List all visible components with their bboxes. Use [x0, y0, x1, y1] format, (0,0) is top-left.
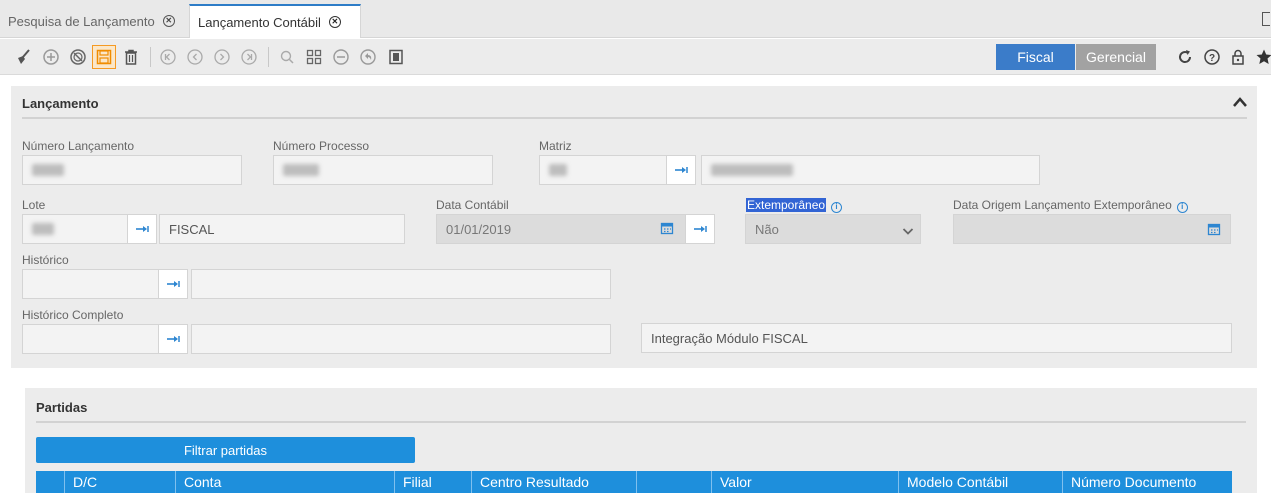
help-icon[interactable]: ?	[1200, 45, 1224, 69]
extemporaneo-select[interactable]: Não	[745, 214, 921, 244]
column-header-numero-documento[interactable]: Número Documento	[1062, 471, 1232, 493]
previous-icon[interactable]	[183, 45, 207, 69]
section-title: Partidas	[36, 400, 88, 415]
historico-description-field[interactable]	[191, 269, 611, 299]
last-icon[interactable]	[237, 45, 261, 69]
redacted-value	[283, 164, 319, 176]
pin-icon[interactable]	[158, 324, 188, 354]
chevron-down-icon[interactable]	[902, 224, 914, 235]
toolbar-separator	[268, 47, 269, 67]
lote-label: Lote	[22, 198, 46, 212]
matriz-label: Matriz	[539, 139, 572, 153]
data-contabil-value: 01/01/2019	[446, 221, 512, 237]
numero-processo-field[interactable]	[273, 155, 493, 185]
historico-completo-description-field[interactable]	[191, 324, 611, 354]
search-icon[interactable]	[275, 45, 299, 69]
column-header-filial[interactable]: Filial	[394, 471, 471, 493]
section-divider	[36, 421, 1246, 423]
partidas-table-header: D/C Conta Filial Centro Resultado Valor …	[36, 471, 1232, 493]
svg-text:?: ?	[1209, 53, 1215, 64]
next-icon[interactable]	[210, 45, 234, 69]
fiscal-mode-button[interactable]: Fiscal	[996, 44, 1075, 70]
tab-pesquisa-lancamento[interactable]: Pesquisa de Lançamento ✕	[0, 4, 186, 38]
historico-completo-code-field[interactable]	[22, 324, 159, 354]
calendar-icon[interactable]	[1207, 222, 1221, 236]
tab-label: Lançamento Contábil	[198, 14, 321, 30]
pin-icon[interactable]	[127, 214, 157, 244]
extemporaneo-label-text: Extemporâneo	[746, 198, 827, 212]
copy-icon[interactable]	[384, 45, 408, 69]
tab-label: Pesquisa de Lançamento	[8, 13, 155, 29]
add-icon[interactable]	[39, 45, 63, 69]
numero-lancamento-label: Número Lançamento	[22, 139, 135, 153]
data-origem-field[interactable]	[953, 214, 1231, 244]
lote-description-field[interactable]: FISCAL	[159, 214, 405, 244]
filtrar-partidas-button[interactable]: Filtrar partidas	[36, 437, 415, 463]
data-contabil-label: Data Contábil	[436, 198, 509, 212]
column-header-centro-resultado[interactable]: Centro Resultado	[471, 471, 636, 493]
numero-lancamento-field[interactable]	[22, 155, 242, 185]
calendar-icon[interactable]	[660, 221, 674, 235]
pin-icon[interactable]	[666, 155, 696, 185]
close-icon[interactable]: ✕	[328, 16, 341, 28]
redacted-value	[32, 164, 64, 176]
undo-icon[interactable]	[356, 45, 380, 69]
first-icon[interactable]	[156, 45, 180, 69]
historico-completo-label: Histórico Completo	[22, 308, 124, 322]
tab-lancamento-contabil[interactable]: Lançamento Contábil ✕	[189, 4, 361, 38]
cancel-icon[interactable]	[66, 45, 90, 69]
numero-processo-label: Número Processo	[273, 139, 370, 153]
redacted-value	[32, 223, 54, 235]
column-header-conta[interactable]: Conta	[175, 471, 395, 493]
redacted-value	[549, 164, 567, 176]
data-origem-label: Data Origem Lançamento Extemporâneo i	[953, 198, 1188, 213]
toolbar: Fiscal Gerencial ?	[0, 39, 1271, 75]
chevron-up-icon[interactable]	[1231, 95, 1249, 109]
column-header-empty[interactable]	[636, 471, 712, 493]
data-origem-label-text: Data Origem Lançamento Extemporâneo	[953, 198, 1172, 212]
redacted-value	[711, 164, 793, 176]
historico-code-field[interactable]	[22, 269, 159, 299]
pin-icon[interactable]	[685, 214, 715, 244]
toolbar-separator	[150, 47, 151, 67]
historico-completo-text-field[interactable]: Integração Módulo FISCAL	[641, 323, 1232, 353]
close-icon[interactable]: ✕	[162, 15, 175, 27]
matriz-code-field[interactable]	[539, 155, 667, 185]
remove-icon[interactable]	[329, 45, 353, 69]
star-icon[interactable]	[1252, 45, 1271, 69]
broom-icon[interactable]	[12, 45, 36, 69]
column-header-dc[interactable]: D/C	[64, 471, 176, 493]
refresh-icon[interactable]	[1173, 45, 1197, 69]
grid-icon[interactable]	[302, 45, 326, 69]
column-header-valor[interactable]: Valor	[711, 471, 898, 493]
window-edge-icon	[1262, 12, 1270, 26]
pin-icon[interactable]	[158, 269, 188, 299]
lock-icon[interactable]	[1226, 45, 1250, 69]
matriz-description-field[interactable]	[701, 155, 1040, 185]
extemporaneo-value: Não	[755, 221, 779, 237]
extemporaneo-label: Extemporâneo i	[746, 198, 843, 213]
section-title: Lançamento	[22, 96, 99, 111]
delete-icon[interactable]	[119, 45, 143, 69]
tab-bar: Pesquisa de Lançamento ✕ Lançamento Cont…	[0, 0, 1271, 38]
info-icon[interactable]: i	[1176, 201, 1188, 213]
column-header-modelo-contabil[interactable]: Modelo Contábil	[898, 471, 1062, 493]
data-contabil-field[interactable]: 01/01/2019	[436, 214, 686, 244]
historico-label: Histórico	[22, 253, 69, 267]
lote-code-field[interactable]	[22, 214, 128, 244]
save-icon[interactable]	[92, 45, 116, 69]
gerencial-mode-button[interactable]: Gerencial	[1076, 44, 1156, 70]
section-divider	[22, 117, 1247, 119]
info-icon[interactable]: i	[831, 201, 843, 213]
